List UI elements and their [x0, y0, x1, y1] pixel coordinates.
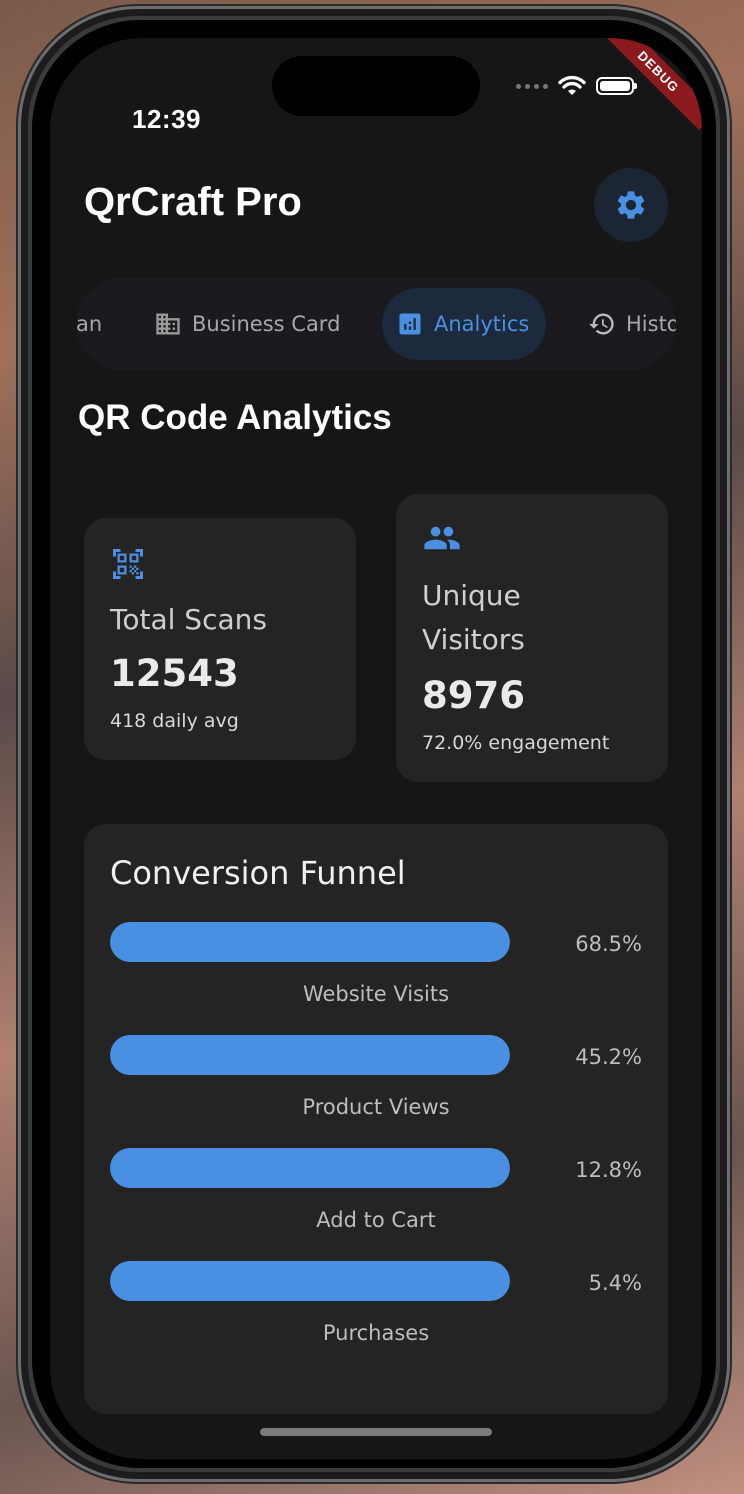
tab-label: Histo	[626, 312, 676, 336]
building-icon	[156, 313, 180, 335]
stat-label: Total Scans	[110, 603, 267, 636]
home-indicator[interactable]	[260, 1428, 492, 1436]
app-title: QrCraft Pro	[84, 180, 302, 224]
funnel-label: Website Visits	[302, 982, 450, 1006]
tab-bar: an Business Card Analytics Histo	[76, 278, 676, 370]
tab-analytics[interactable]: Analytics	[382, 288, 546, 360]
funnel-bar-add-to-cart	[110, 1148, 510, 1188]
funnel-label: Product Views	[302, 1095, 450, 1119]
stat-label-line1: Unique	[422, 579, 521, 612]
tab-business-card[interactable]: Business Card	[154, 288, 340, 360]
conversion-funnel-card: Conversion Funnel 68.5% Website Visits 4…	[84, 824, 668, 1414]
dynamic-island	[272, 56, 480, 116]
funnel-label: Purchases	[322, 1321, 430, 1345]
tab-label: Business Card	[192, 312, 341, 336]
stat-subtext: 418 daily avg	[110, 710, 239, 732]
tab-label: an	[76, 312, 103, 336]
funnel-bar-purchases	[110, 1261, 510, 1301]
settings-button[interactable]	[594, 168, 668, 242]
stat-value: 12543	[110, 652, 239, 695]
wifi-icon	[558, 75, 586, 95]
tab-history[interactable]: Histo	[588, 288, 676, 360]
qr-scan-icon	[113, 549, 143, 579]
stat-label-line2: Visitors	[422, 623, 525, 656]
stat-subtext: 72.0% engagement	[422, 732, 610, 754]
funnel-percent: 12.8%	[575, 1158, 642, 1182]
funnel-bar-product-views	[110, 1035, 510, 1075]
funnel-bar-fill	[110, 1261, 510, 1301]
tab-label: Analytics	[434, 312, 530, 336]
bar-chart-icon	[399, 313, 421, 335]
page-title: QR Code Analytics	[78, 398, 392, 437]
history-icon	[589, 313, 614, 335]
funnel-bar-website-visits	[110, 922, 510, 962]
funnel-label: Add to Cart	[316, 1208, 436, 1232]
unique-visitors-card: Unique Visitors 8976 72.0% engagement	[396, 494, 668, 782]
funnel-title: Conversion Funnel	[110, 854, 406, 892]
stat-value: 8976	[422, 674, 525, 717]
status-indicators	[516, 75, 637, 96]
people-icon	[424, 526, 460, 550]
funnel-percent: 45.2%	[575, 1045, 642, 1069]
app-screen: 12:39 DEBUG QrCraft Pro an Business Card	[50, 38, 702, 1459]
gear-icon	[617, 191, 645, 219]
total-scans-card: Total Scans 12543 418 daily avg	[84, 518, 356, 760]
funnel-bar-fill	[110, 922, 510, 962]
funnel-percent: 5.4%	[588, 1271, 642, 1295]
signal-icon	[516, 83, 548, 89]
funnel-bar-fill	[110, 1035, 510, 1075]
funnel-percent: 68.5%	[575, 932, 642, 956]
status-time: 12:39	[132, 104, 201, 134]
battery-icon	[596, 77, 637, 95]
tab-scan[interactable]: an	[76, 288, 102, 360]
funnel-bar-fill	[110, 1148, 510, 1188]
